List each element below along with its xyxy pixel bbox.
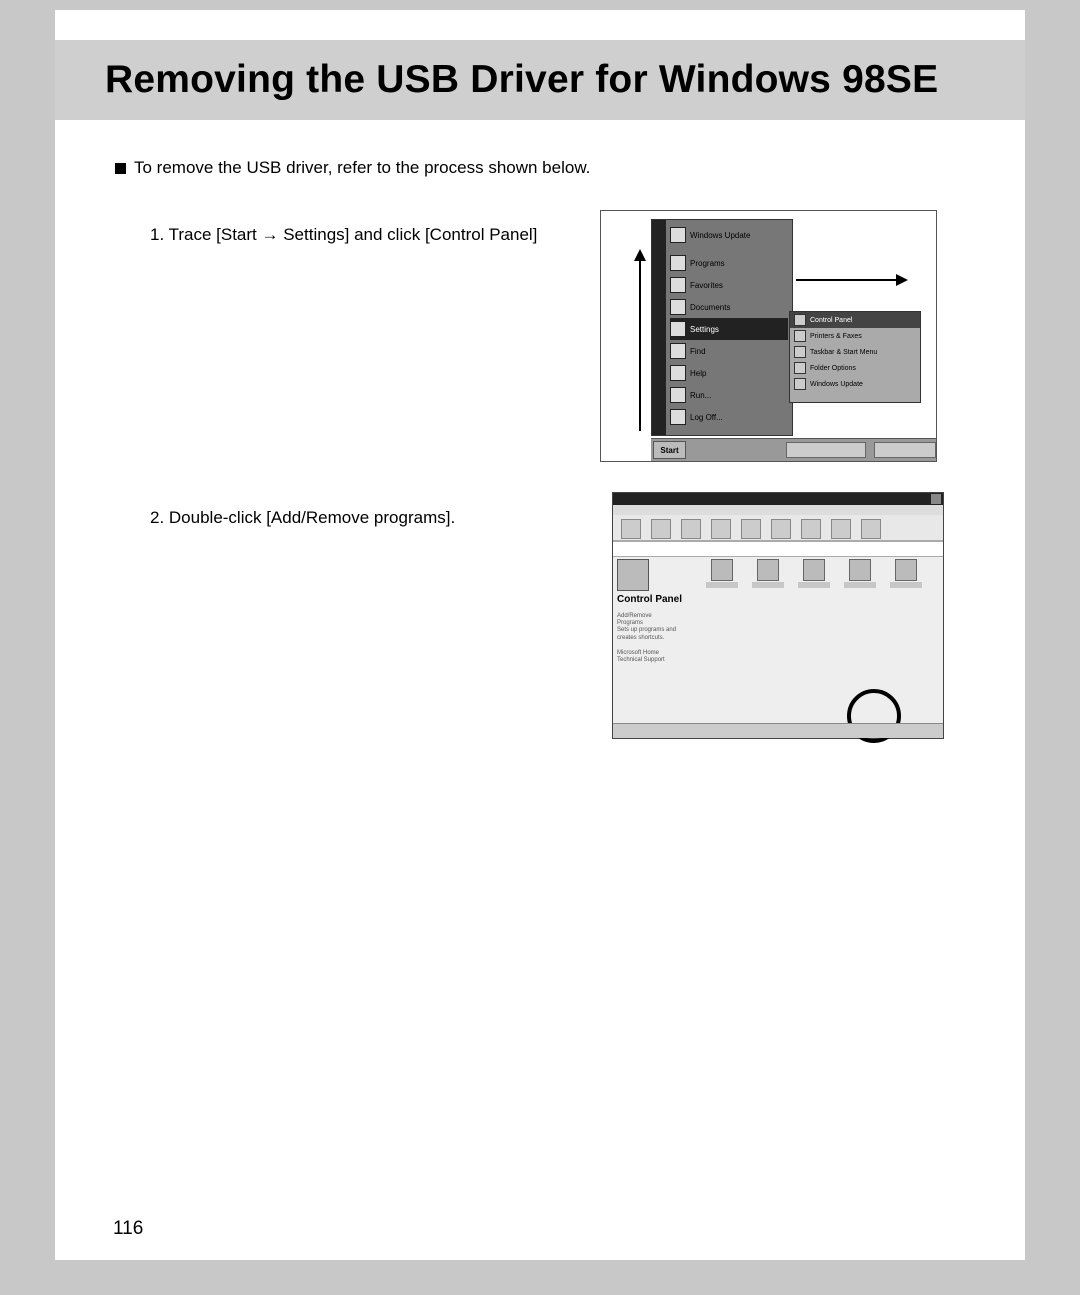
control-panel-link: Microsoft HomeTechnical Support <box>617 650 702 664</box>
cp-icon <box>711 559 733 581</box>
cp-icon <box>895 559 917 581</box>
arrow-right-icon <box>796 279 906 281</box>
figure-start-menu: Windows Update Programs Favorites Docume… <box>600 210 937 462</box>
start-menu-item: Favorites <box>670 274 788 296</box>
menu-icon <box>670 255 686 271</box>
start-menu-item-settings: Settings <box>670 318 788 340</box>
menu-icon <box>670 227 686 243</box>
toolbar-button <box>621 519 641 539</box>
menu-icon <box>794 362 806 374</box>
submenu-item: Taskbar & Start Menu <box>790 344 920 360</box>
start-menu-item: Windows Update <box>670 224 788 246</box>
document-page: Removing the USB Driver for Windows 98SE… <box>55 10 1025 1260</box>
menu-icon <box>670 409 686 425</box>
toolbar-button <box>771 519 791 539</box>
start-menu-item: Help <box>670 362 788 384</box>
window-titlebar <box>613 493 943 505</box>
step-1: 1. Trace [Start → Settings] and click [C… <box>150 225 537 245</box>
toolbar-button <box>681 519 701 539</box>
toolbar-button <box>801 519 821 539</box>
menu-icon <box>794 330 806 342</box>
taskbar-block <box>786 442 866 458</box>
submenu-item: Printers & Faxes <box>790 328 920 344</box>
start-menu-item: Log Off... <box>670 406 788 428</box>
menu-icon <box>670 321 686 337</box>
start-menu-sidebar <box>652 220 666 435</box>
toolbar-button <box>711 519 731 539</box>
submenu-item-control-panel: Control Panel <box>790 312 920 328</box>
taskbar-block <box>874 442 936 458</box>
intro-text: To remove the USB driver, refer to the p… <box>115 158 590 178</box>
start-menu-item: Run... <box>670 384 788 406</box>
menu-icon <box>670 277 686 293</box>
menu-icon <box>670 299 686 315</box>
cp-icon <box>849 559 871 581</box>
control-panel-desc: Add/RemoveProgramsSets up programs andcr… <box>617 613 702 642</box>
control-panel-icon <box>617 559 649 591</box>
menu-icon <box>670 365 686 381</box>
toolbar-button <box>831 519 851 539</box>
step-2: 2. Double-click [Add/Remove programs]. <box>150 508 455 528</box>
start-button: Start <box>653 441 686 459</box>
close-icon <box>931 494 941 504</box>
start-menu-item: Find <box>670 340 788 362</box>
start-menu-item: Programs <box>670 252 788 274</box>
page-title: Removing the USB Driver for Windows 98SE <box>105 58 938 102</box>
start-menu: Windows Update Programs Favorites Docume… <box>651 219 793 436</box>
window-menubar <box>613 505 943 515</box>
submenu-item: Folder Options <box>790 360 920 376</box>
arrow-right-icon: → <box>262 225 279 244</box>
left-pane: Control Panel Add/RemoveProgramsSets up … <box>617 559 702 709</box>
cp-icon-add-remove <box>757 559 779 581</box>
menu-icon <box>794 346 806 358</box>
menu-icon <box>794 314 806 326</box>
toolbar-button <box>861 519 881 539</box>
page-number: 116 <box>113 1218 143 1240</box>
step-1-prefix: 1. Trace [Start <box>150 225 262 244</box>
arrow-up-icon <box>639 251 641 431</box>
window-toolbar <box>613 515 943 541</box>
step-1-suffix: Settings] and click [Control Panel] <box>279 225 538 244</box>
taskbar: Start <box>651 438 936 461</box>
control-panel-title: Control Panel <box>617 595 702 605</box>
menu-icon <box>794 378 806 390</box>
settings-submenu: Control Panel Printers & Faxes Taskbar &… <box>789 311 921 403</box>
figure-control-panel: Control Panel Add/RemoveProgramsSets up … <box>612 492 944 739</box>
status-bar <box>613 723 943 738</box>
menu-icon <box>670 343 686 359</box>
address-bar <box>613 541 943 557</box>
submenu-item: Windows Update <box>790 376 920 392</box>
toolbar-button <box>651 519 671 539</box>
menu-icon <box>670 387 686 403</box>
start-menu-item: Documents <box>670 296 788 318</box>
icons-grid <box>707 559 937 719</box>
title-band: Removing the USB Driver for Windows 98SE <box>55 40 1025 120</box>
toolbar-button <box>741 519 761 539</box>
cp-icon <box>803 559 825 581</box>
